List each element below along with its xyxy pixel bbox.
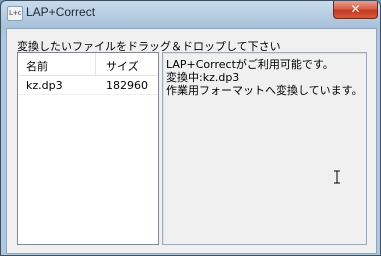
text-cursor-icon	[334, 170, 340, 184]
file-name: kz.dp3	[26, 79, 63, 92]
list-header: 名前 サイズ	[18, 53, 158, 76]
app-window: L+c LAP+Correct ✕ 変換したいファイルをドラッグ＆ドロップして下…	[0, 0, 381, 256]
column-header-name[interactable]: 名前	[26, 58, 48, 74]
file-list[interactable]: 名前 サイズ kz.dp3 182960	[17, 52, 159, 245]
log-line: 作業用フォーマットへ変換しています。	[166, 84, 363, 97]
window-title: LAP+Correct	[26, 5, 96, 19]
column-header-size[interactable]: サイズ	[106, 58, 139, 74]
list-item[interactable]: kz.dp3 182960	[18, 76, 158, 95]
title-bar[interactable]: L+c LAP+Correct ✕	[1, 1, 380, 25]
close-button[interactable]: ✕	[333, 1, 378, 19]
app-icon: L+c	[7, 6, 23, 21]
file-size: 182960	[106, 79, 148, 92]
log-textbox[interactable]: LAP+Correctがご利用可能です。 変換中:kz.dp3 作業用フォーマッ…	[162, 52, 367, 245]
client-area: 変換したいファイルをドラッグ＆ドロップして下さい 名前 サイズ kz.dp3 1…	[6, 28, 377, 254]
column-divider[interactable]	[95, 53, 96, 75]
